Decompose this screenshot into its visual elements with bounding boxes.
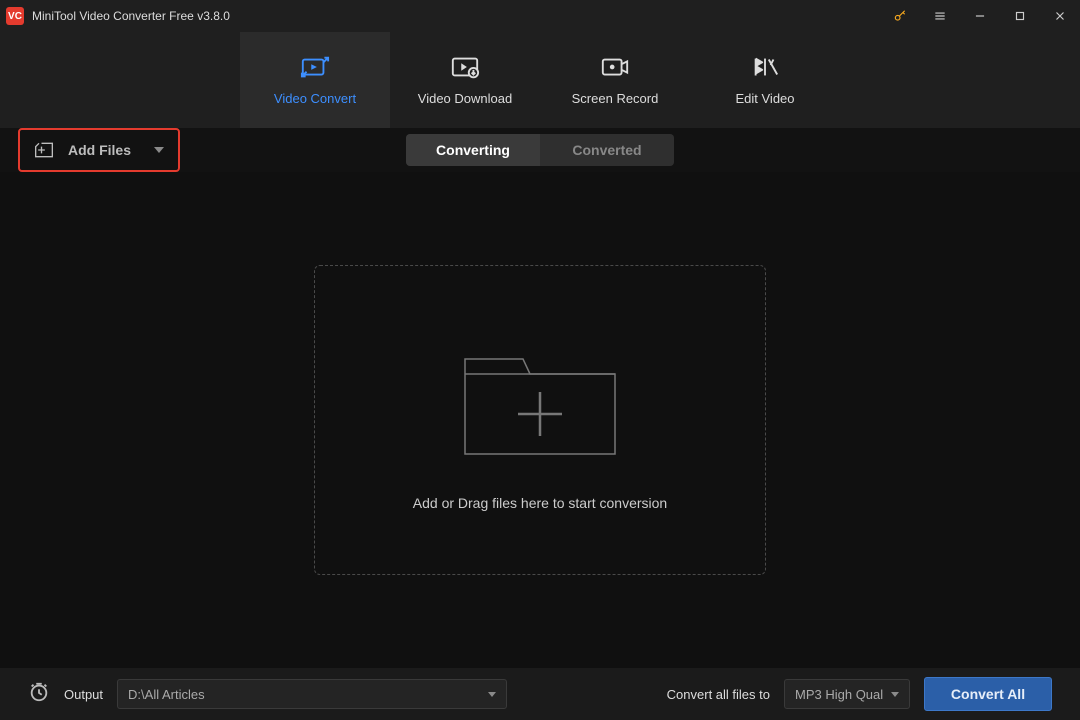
status-toggle: Converting Converted [406,134,674,166]
tab-video-convert[interactable]: Video Convert [240,32,390,128]
main-nav: Video Convert Video Download Screen Reco… [0,32,1080,128]
chevron-down-icon [891,692,899,697]
output-path-select[interactable]: D:\All Articles [117,679,507,709]
tab-label: Edit Video [735,91,794,106]
title-bar: VC MiniTool Video Converter Free v3.8.0 [0,0,1080,32]
convert-all-to-label: Convert all files to [667,687,770,702]
convert-all-label: Convert All [951,686,1025,702]
target-format-select[interactable]: MP3 High Quality [784,679,910,709]
app-logo-icon: VC [6,7,24,25]
maximize-icon[interactable] [1000,0,1040,32]
output-label: Output [64,687,103,702]
content-area: Add or Drag files here to start conversi… [0,172,1080,668]
add-files-label: Add Files [68,142,131,158]
menu-icon[interactable] [920,0,960,32]
action-bar: Add Files Converting Converted [0,128,1080,172]
footer-bar: Output D:\All Articles Convert all files… [0,668,1080,720]
status-tab-label: Converting [436,142,510,158]
tab-converting[interactable]: Converting [406,134,540,166]
drop-zone[interactable]: Add or Drag files here to start conversi… [314,265,766,575]
drop-hint: Add or Drag files here to start conversi… [413,495,667,511]
window-controls [880,0,1080,32]
upgrade-key-icon[interactable] [880,0,920,32]
close-icon[interactable] [1040,0,1080,32]
tab-video-download[interactable]: Video Download [390,32,540,128]
target-format-value: MP3 High Quality [795,687,883,702]
status-tab-label: Converted [572,142,641,158]
output-path-value: D:\All Articles [128,687,205,702]
scheduler-icon[interactable] [28,681,50,708]
chevron-down-icon [488,692,496,697]
convert-all-button[interactable]: Convert All [924,677,1052,711]
tab-label: Screen Record [572,91,659,106]
tab-screen-record[interactable]: Screen Record [540,32,690,128]
folder-plus-icon [455,329,625,469]
tab-label: Video Convert [274,91,356,106]
window-title: MiniTool Video Converter Free v3.8.0 [32,9,230,23]
chevron-down-icon [154,147,164,153]
tab-label: Video Download [418,91,512,106]
tab-edit-video[interactable]: Edit Video [690,32,840,128]
add-files-button[interactable]: Add Files [18,128,180,172]
minimize-icon[interactable] [960,0,1000,32]
title-left: VC MiniTool Video Converter Free v3.8.0 [6,7,230,25]
tab-converted[interactable]: Converted [540,134,674,166]
